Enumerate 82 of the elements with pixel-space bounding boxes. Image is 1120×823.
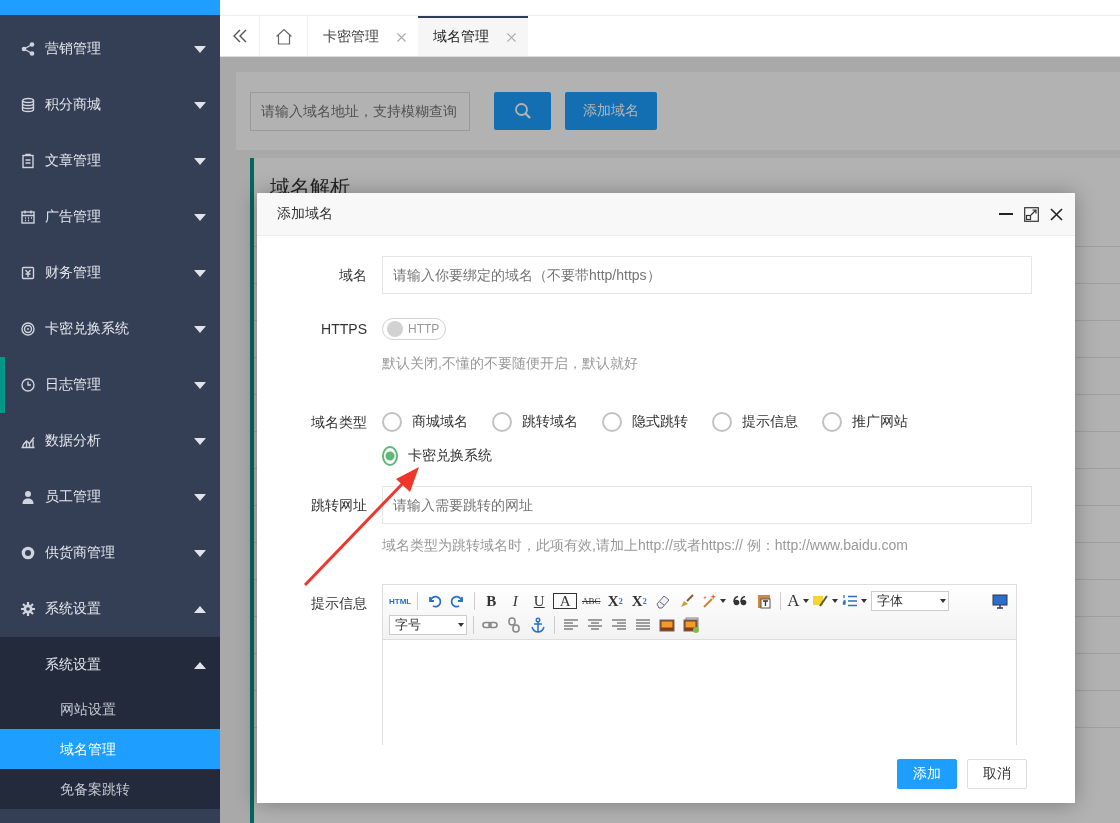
tab[interactable]: 卡密管理 xyxy=(308,16,418,56)
align-left-icon xyxy=(563,617,579,633)
undo-icon xyxy=(426,593,443,609)
share-icon xyxy=(20,41,36,57)
radio-option[interactable]: 商城域名 xyxy=(382,412,492,432)
align-right-icon xyxy=(611,617,627,633)
field-label: 域名类型 xyxy=(310,413,367,432)
wallet-icon xyxy=(20,265,36,281)
cancel-button[interactable]: 取消 xyxy=(967,759,1027,789)
calendar-icon xyxy=(20,209,36,225)
radio-option[interactable]: 推广网站 xyxy=(822,412,932,432)
sidebar-item[interactable]: 免备案跳转 xyxy=(0,769,220,809)
hint-text: 默认关闭,不懂的不要随便开启，默认就好 xyxy=(382,354,639,372)
radio-option[interactable]: 卡密兑换系统 xyxy=(382,446,492,466)
sidebar-item[interactable]: 积分商城 xyxy=(0,77,220,133)
sidebar-item[interactable]: 员工管理 xyxy=(0,469,220,525)
monitor-icon xyxy=(992,593,1008,609)
coin-icon xyxy=(20,545,36,561)
image-icon xyxy=(659,617,675,633)
gear-icon xyxy=(20,601,36,617)
caret-down-icon xyxy=(831,599,838,603)
image-add-icon xyxy=(683,617,699,633)
close-icon xyxy=(1050,207,1063,221)
align-justify-icon xyxy=(635,617,651,633)
search-button[interactable] xyxy=(494,92,551,130)
search-field[interactable]: 请输入域名地址，支持模糊查询 xyxy=(250,91,470,131)
brush-icon xyxy=(679,593,696,609)
minimize-icon xyxy=(999,213,1013,215)
sidebar-item[interactable]: 供货商管理 xyxy=(0,525,220,581)
field-label: 跳转网址 xyxy=(310,496,367,515)
format-button[interactable]: ABC xyxy=(581,591,602,611)
sidebar-item[interactable]: 卡密兑换系统 xyxy=(0,301,220,357)
sidebar-item[interactable]: 日志管理 xyxy=(0,357,220,413)
format-button[interactable]: U xyxy=(529,591,550,611)
radio-option[interactable]: 跳转域名 xyxy=(492,412,602,432)
clipboard-icon xyxy=(20,153,36,169)
input-field[interactable]: 请输入需要跳转的网址 xyxy=(382,486,1032,524)
numbered-list-icon xyxy=(841,593,858,609)
double-chevron-left-icon xyxy=(231,29,248,43)
caret-down-icon xyxy=(939,599,946,603)
sidebar-item[interactable]: 文章管理 xyxy=(0,133,220,189)
caret-down-icon xyxy=(720,599,727,603)
sidebar-item[interactable]: 广告管理 xyxy=(0,189,220,245)
toolbar-button[interactable] xyxy=(990,591,1010,611)
unlink-icon xyxy=(506,617,522,633)
field-label: 提示信息 xyxy=(310,594,367,613)
maximize-icon xyxy=(1024,206,1039,222)
database-icon xyxy=(20,97,36,113)
radio-option[interactable]: 提示信息 xyxy=(712,412,822,432)
radio-option[interactable]: 隐式跳转 xyxy=(602,412,712,432)
home-icon xyxy=(274,27,293,45)
caret-down-icon xyxy=(860,599,867,603)
sidebar-item[interactable]: 财务管理 xyxy=(0,245,220,301)
clock-icon xyxy=(20,377,36,393)
format-button[interactable]: A xyxy=(787,591,809,611)
field-label: 域名 xyxy=(338,266,367,285)
person-icon xyxy=(20,489,36,505)
align-center-icon xyxy=(587,617,603,633)
sidebar-item[interactable]: 数据分析 xyxy=(0,413,220,469)
sidebar-item[interactable]: 营销管理 xyxy=(0,21,220,77)
format-button[interactable]: B xyxy=(481,591,502,611)
format-button[interactable]: HTML xyxy=(389,591,412,611)
sidebar-item[interactable]: 网站设置 xyxy=(0,689,220,729)
format-button[interactable]: I xyxy=(505,591,526,611)
sidebar-item[interactable]: 系统设置 xyxy=(0,641,220,689)
magic-wand-icon xyxy=(701,593,718,609)
dropdown[interactable]: 字体 xyxy=(870,591,949,611)
anchor-icon xyxy=(530,617,546,633)
search-icon xyxy=(513,102,532,120)
hint-text: 域名类型为跳转域名时，此项有效,请加上http://或者https:// 例：http://www.baidu.com xyxy=(382,536,909,554)
format-button[interactable]: A xyxy=(553,593,578,609)
highlighter-icon xyxy=(812,593,829,609)
dropdown[interactable]: 字号 xyxy=(389,615,467,635)
caret-down-icon xyxy=(458,623,464,627)
field-label: HTTPS xyxy=(320,320,367,339)
toolbar-button[interactable] xyxy=(681,615,701,635)
dialog-title: 添加域名 xyxy=(277,205,333,223)
eraser-icon xyxy=(655,593,672,609)
tab[interactable]: 域名管理 xyxy=(418,16,528,56)
sidebar-item[interactable]: 系统设置 xyxy=(0,581,220,637)
paste-icon xyxy=(756,593,773,609)
input-field[interactable]: 请输入你要绑定的域名（不要带http/https） xyxy=(382,256,1032,294)
